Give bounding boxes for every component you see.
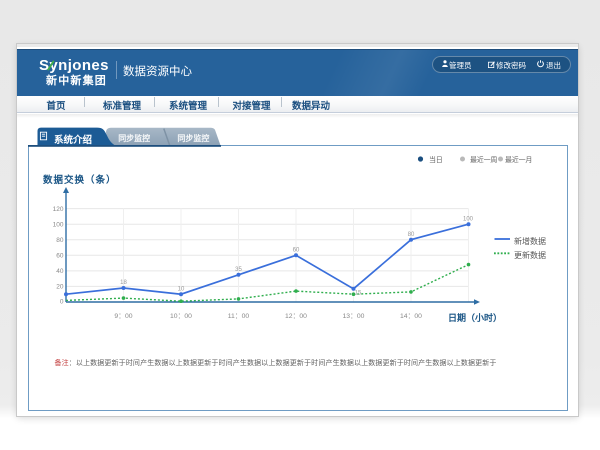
svg-text:11：00: 11：00 [228,313,250,320]
svg-text:100: 100 [463,217,474,223]
svg-text:0: 0 [60,299,64,306]
svg-text:20: 20 [56,284,64,291]
svg-text:9：00: 9：00 [114,313,132,320]
svg-text:18: 18 [120,280,127,286]
svg-text:14：00: 14：00 [400,313,422,320]
svg-text:60: 60 [293,248,300,254]
svg-text:80: 80 [56,237,64,244]
svg-text:15: 15 [355,291,362,297]
svg-text:80: 80 [408,232,415,238]
svg-text:13：00: 13：00 [343,313,365,320]
svg-text:10：00: 10：00 [170,313,192,320]
svg-text:40: 40 [56,268,64,275]
svg-text:120: 120 [53,206,64,213]
svg-text:35: 35 [235,267,242,273]
svg-text:100: 100 [53,222,64,229]
svg-text:10: 10 [178,287,185,293]
svg-text:60: 60 [56,253,64,260]
svg-text:12：00: 12：00 [285,313,307,320]
